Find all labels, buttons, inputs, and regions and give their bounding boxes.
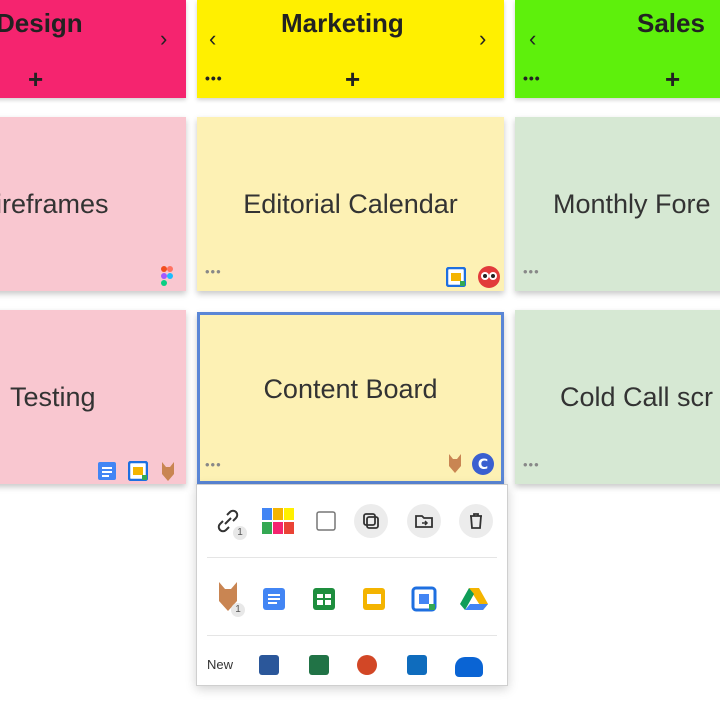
chevron-right-icon[interactable]: › — [479, 28, 486, 50]
powerpoint-icon[interactable] — [357, 655, 377, 675]
onedrive-icon[interactable] — [455, 657, 483, 677]
svg-text:C: C — [478, 457, 488, 473]
color-palette-icon[interactable] — [261, 504, 295, 538]
more-icon[interactable]: ••• — [523, 457, 540, 472]
card-title: Content Board — [263, 374, 438, 404]
link-icon[interactable]: 1 — [211, 504, 247, 540]
more-icon[interactable]: ••• — [523, 70, 541, 86]
owl-app-icon — [477, 265, 501, 291]
outlook-icon[interactable] — [407, 655, 427, 675]
c-app-icon: C — [471, 452, 495, 481]
chevron-left-icon[interactable]: ‹ — [529, 28, 536, 50]
duplicate-icon[interactable] — [354, 504, 388, 538]
column-header-marketing: ‹ Marketing › ••• + — [197, 0, 504, 98]
figma-icon — [160, 265, 174, 291]
checkbox-icon[interactable] — [309, 504, 343, 538]
column-title: Sales — [637, 8, 705, 38]
add-card-button[interactable]: + — [28, 66, 43, 92]
docs-icon — [97, 461, 117, 484]
divider — [207, 557, 497, 558]
google-sheets-icon[interactable] — [307, 582, 341, 616]
integrations-row: 1 — [197, 569, 507, 629]
card-editorial-calendar[interactable]: Editorial Calendar ••• — [197, 117, 504, 291]
card-title: Testing — [10, 382, 96, 412]
more-icon[interactable]: ••• — [205, 457, 222, 472]
new-file-row: New — [197, 647, 507, 707]
word-icon[interactable] — [259, 655, 279, 675]
google-calendar-icon[interactable] — [407, 582, 441, 616]
chevron-left-icon[interactable]: ‹ — [209, 28, 216, 50]
card-title: Cold Call scr — [560, 382, 714, 412]
card-cold-call-script[interactable]: Cold Call scr ••• — [515, 310, 720, 484]
column-header-sales: ‹ Sales ••• + — [515, 0, 720, 98]
add-card-button[interactable]: + — [345, 66, 360, 92]
link-count-badge: 1 — [233, 526, 247, 540]
calendar-icon — [127, 460, 149, 484]
fox-count-badge: 1 — [231, 603, 245, 617]
fox-icon — [160, 460, 176, 484]
fox-icon — [447, 452, 463, 479]
trash-icon[interactable] — [459, 504, 493, 538]
column-title: Design — [0, 8, 83, 38]
actions-row: 1 — [197, 491, 507, 551]
more-icon[interactable]: ••• — [205, 70, 223, 86]
move-to-folder-icon[interactable] — [407, 504, 441, 538]
chevron-right-icon[interactable]: › — [160, 28, 167, 50]
google-drive-icon[interactable] — [457, 582, 491, 616]
card-content-board[interactable]: Content Board ••• C — [197, 312, 504, 484]
card-monthly-forecast[interactable]: Monthly Fore ••• — [515, 117, 720, 291]
google-slides-icon[interactable] — [357, 582, 391, 616]
more-icon[interactable]: ••• — [205, 264, 222, 279]
divider — [207, 635, 497, 636]
card-testing[interactable]: Testing — [0, 310, 186, 484]
card-actions-popup: 1 1 New — [196, 484, 508, 686]
fox-icon[interactable]: 1 — [211, 579, 245, 617]
column-title: Marketing — [281, 8, 404, 38]
add-card-button[interactable]: + — [665, 66, 680, 92]
google-docs-icon[interactable] — [257, 582, 291, 616]
calendar-icon — [445, 266, 467, 291]
more-icon[interactable]: ••• — [523, 264, 540, 279]
card-title: ireframes — [0, 189, 109, 219]
excel-icon[interactable] — [309, 655, 329, 675]
card-title: Editorial Calendar — [243, 189, 458, 219]
card-wireframes[interactable]: ireframes — [0, 117, 186, 291]
card-title: Monthly Fore — [553, 189, 711, 219]
column-header-design: Design › + — [0, 0, 186, 98]
